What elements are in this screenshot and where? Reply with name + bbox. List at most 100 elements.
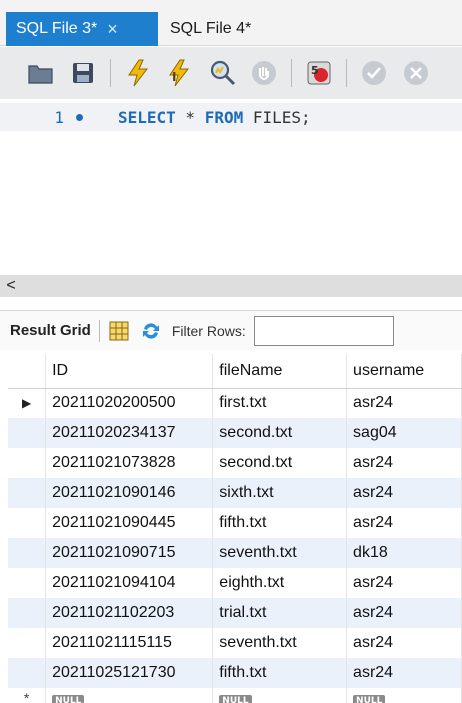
table-row[interactable]: 20211025121730 fifth.txt asr24 <box>8 658 462 688</box>
sql-editor[interactable]: 1 SELECT * FROM FILES; <box>0 99 462 275</box>
column-header-username[interactable]: username <box>346 354 462 389</box>
cell-username[interactable]: NULL <box>346 688 462 703</box>
table-row[interactable]: 20211021102203 trial.txt asr24 <box>8 598 462 628</box>
scroll-left-icon[interactable]: < <box>0 277 22 295</box>
table-row[interactable]: 20211021115115 seventh.txt asr24 <box>8 628 462 658</box>
toolbar-separator <box>346 59 347 87</box>
cell-filename[interactable]: fifth.txt <box>212 658 348 688</box>
cell-username[interactable]: sag04 <box>346 418 462 448</box>
table-row[interactable]: 20211021090715 seventh.txt dk18 <box>8 538 462 568</box>
row-selector[interactable] <box>8 598 47 628</box>
result-grid-tab[interactable]: Result Grid <box>10 322 91 339</box>
cell-filename[interactable]: seventh.txt <box>212 628 348 658</box>
new-row[interactable]: * NULL NULL NULL <box>8 688 462 703</box>
cell-id[interactable]: 20211021090445 <box>45 508 214 538</box>
tab-sql-file-4[interactable]: SQL File 4* <box>160 12 290 46</box>
row-selector[interactable]: ▶ <box>8 388 47 418</box>
row-selector[interactable] <box>8 538 47 568</box>
cell-filename[interactable]: sixth.txt <box>212 478 348 508</box>
cell-id[interactable]: 20211025121730 <box>45 658 214 688</box>
cell-filename[interactable]: NULL <box>212 688 348 703</box>
cell-username[interactable]: dk18 <box>346 538 462 568</box>
explain-magnifier-icon[interactable] <box>205 56 239 90</box>
tab-label: SQL File 3* <box>16 20 98 37</box>
new-row-icon: * <box>23 690 30 703</box>
cell-filename[interactable]: seventh.txt <box>212 538 348 568</box>
stop-icon[interactable] <box>247 56 281 90</box>
editor-line[interactable]: 1 SELECT * FROM FILES; <box>0 103 462 131</box>
table-row[interactable]: 20211021094104 eighth.txt asr24 <box>8 568 462 598</box>
cell-id[interactable]: 20211021073828 <box>45 448 214 478</box>
row-selector[interactable] <box>8 658 47 688</box>
tab-sql-file-3[interactable]: SQL File 3* × <box>6 12 158 46</box>
null-badge: NULL <box>52 695 85 703</box>
cell-username[interactable]: asr24 <box>346 658 462 688</box>
cell-username[interactable]: asr24 <box>346 598 462 628</box>
column-header-filename[interactable]: fileName <box>212 354 348 389</box>
tab-label: SQL File 4* <box>170 20 252 37</box>
commit-icon[interactable] <box>357 56 391 90</box>
grid-body: ▶ 20211020200500 first.txt asr24 20211020234… <box>8 388 462 703</box>
toolbar-separator <box>110 59 111 87</box>
column-header-id[interactable]: ID <box>45 354 214 389</box>
row-selector[interactable] <box>8 568 47 598</box>
table-row[interactable]: 20211021090146 sixth.txt asr24 <box>8 478 462 508</box>
editor-toolbar: I 5 <box>0 47 462 99</box>
cell-filename[interactable]: second.txt <box>212 418 348 448</box>
editor-horizontal-scrollbar[interactable]: < <box>0 275 462 297</box>
cell-id[interactable]: 20211020200500 <box>45 388 214 418</box>
row-selector-header <box>8 354 47 389</box>
toolbar-separator <box>291 59 292 87</box>
cell-id[interactable]: 20211021090146 <box>45 478 214 508</box>
close-icon[interactable]: × <box>107 19 118 40</box>
row-selector[interactable] <box>8 628 47 658</box>
row-selector[interactable] <box>8 418 47 448</box>
grid-layout-icon[interactable] <box>108 320 130 342</box>
cell-filename[interactable]: fifth.txt <box>212 508 348 538</box>
filter-rows-input[interactable] <box>253 315 394 346</box>
table-row[interactable]: 20211020234137 second.txt sag04 <box>8 418 462 448</box>
cell-username[interactable]: asr24 <box>346 628 462 658</box>
cell-id[interactable]: 20211021090715 <box>45 538 214 568</box>
svg-text:5: 5 <box>311 64 319 77</box>
toolbar-separator <box>98 319 100 342</box>
row-selector[interactable] <box>8 448 47 478</box>
cell-id[interactable]: 20211021115115 <box>45 628 214 658</box>
table-row[interactable]: 20211021073828 second.txt asr24 <box>8 448 462 478</box>
result-grid: ID fileName username ▶ 20211020200500 firs… <box>8 354 462 703</box>
code-text: SELECT * FROM FILES; <box>118 107 311 127</box>
cell-id[interactable]: 20211021094104 <box>45 568 214 598</box>
cell-username[interactable]: asr24 <box>346 478 462 508</box>
row-selector[interactable] <box>8 478 47 508</box>
svg-text:I: I <box>172 70 176 84</box>
row-selector[interactable] <box>8 508 47 538</box>
cell-filename[interactable]: second.txt <box>212 448 348 478</box>
open-folder-icon[interactable] <box>24 56 58 90</box>
row-selector[interactable]: * <box>8 688 47 703</box>
execute-current-icon[interactable]: I <box>163 56 197 90</box>
filter-rows-label: Filter Rows: <box>171 322 246 339</box>
table-row[interactable]: 20211021090445 fifth.txt asr24 <box>8 508 462 538</box>
grid-header-row: ID fileName username <box>8 354 462 389</box>
null-badge: NULL <box>353 695 386 703</box>
execute-icon[interactable] <box>121 56 155 90</box>
cell-filename[interactable]: first.txt <box>212 388 348 418</box>
cell-username[interactable]: asr24 <box>346 508 462 538</box>
cell-username[interactable]: asr24 <box>346 388 462 418</box>
cell-username[interactable]: asr24 <box>346 568 462 598</box>
rollback-icon[interactable] <box>399 56 433 90</box>
cell-id[interactable]: 20211020234137 <box>45 418 214 448</box>
result-toolbar: Result Grid Filter Rows: <box>0 310 462 350</box>
cell-filename[interactable]: eighth.txt <box>212 568 348 598</box>
null-badge: NULL <box>219 695 252 703</box>
save-icon[interactable] <box>66 56 100 90</box>
cell-filename[interactable]: trial.txt <box>212 598 348 628</box>
cell-username[interactable]: asr24 <box>346 448 462 478</box>
table-row[interactable]: ▶ 20211020200500 first.txt asr24 <box>8 388 462 418</box>
cell-id[interactable]: 20211021102203 <box>45 598 214 628</box>
toggle-error-icon[interactable]: 5 <box>302 56 336 90</box>
line-number: 1 <box>54 107 64 127</box>
cell-id[interactable]: NULL <box>45 688 214 703</box>
refresh-icon[interactable] <box>140 320 162 342</box>
tab-bar: SQL File 3* × SQL File 4* <box>0 0 462 46</box>
